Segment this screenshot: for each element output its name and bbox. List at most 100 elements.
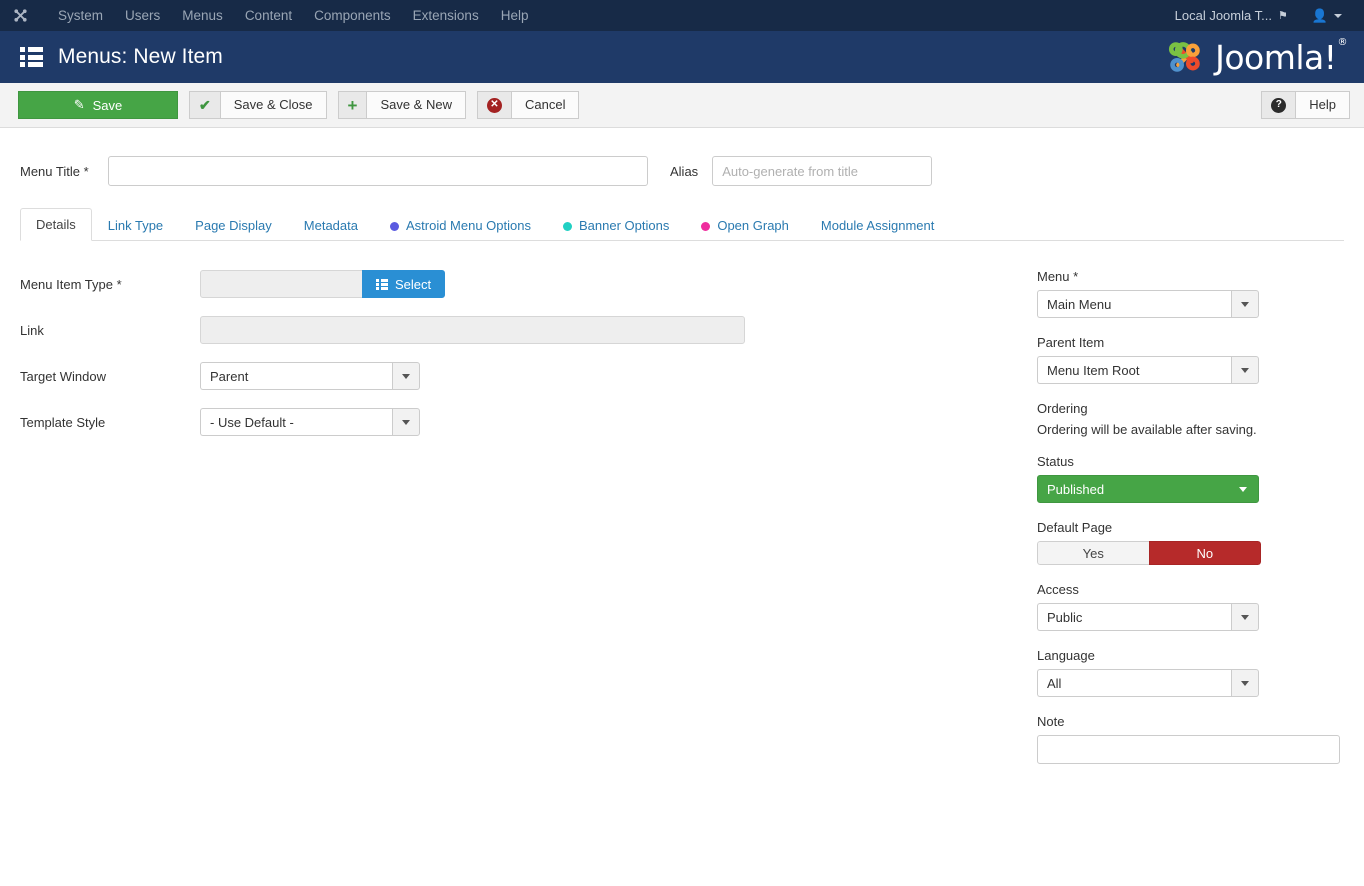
note-input[interactable] [1037, 735, 1340, 764]
status-select[interactable]: Published [1037, 475, 1259, 503]
chevron-down-icon [1231, 603, 1259, 631]
toolbar: ✎ Save ✔ Save & Close + Save & New ✕ Can… [0, 83, 1364, 128]
nav-item-help[interactable]: Help [490, 0, 540, 31]
parent-item-label: Parent Item [1037, 335, 1105, 350]
nav-item-users[interactable]: Users [114, 0, 171, 31]
template-style-value: - Use Default - [200, 408, 392, 436]
ordering-label: Ordering [1037, 401, 1088, 416]
joomla-logo-icon: Joomla!® [1164, 36, 1348, 78]
nav-item-extensions[interactable]: Extensions [402, 0, 490, 31]
tab-open-graph-label: Open Graph [717, 218, 789, 233]
tab-details[interactable]: Details [20, 208, 92, 241]
default-page-label: Default Page [1037, 520, 1113, 535]
link-input[interactable] [200, 316, 745, 344]
top-navbar-left: System Users Menus Content Components Ex… [12, 0, 539, 31]
cancel-button[interactable]: ✕ Cancel [476, 91, 580, 119]
field-default-page: Default Page Yes No [1037, 520, 1344, 565]
cancel-button-label[interactable]: Cancel [510, 91, 580, 119]
chevron-down-icon [1231, 669, 1259, 697]
joomla-mark-icon[interactable] [12, 7, 29, 24]
chevron-down-icon [1334, 13, 1342, 18]
top-navbar: System Users Menus Content Components Ex… [0, 0, 1364, 31]
menu-item-type-input[interactable] [200, 270, 363, 298]
field-note: Note [1037, 714, 1344, 764]
default-page-no-option[interactable]: No [1148, 541, 1261, 565]
tab-astroid-menu-options-label: Astroid Menu Options [405, 218, 531, 233]
template-style-label: Template Style [20, 414, 106, 430]
menu-select[interactable]: Main Menu [1037, 290, 1259, 318]
external-link-icon: ⚑ [1277, 10, 1288, 22]
template-style-select[interactable]: - Use Default - [200, 408, 420, 436]
field-access: Access Public [1037, 582, 1344, 631]
chevron-down-icon [1239, 486, 1247, 492]
field-status: Status Published [1037, 454, 1344, 503]
save-new-button-label[interactable]: Save & New [366, 91, 466, 119]
plus-icon: + [337, 91, 367, 119]
menu-item-type-label: Menu Item Type * [20, 276, 122, 292]
save-close-button[interactable]: ✔ Save & Close [189, 91, 327, 119]
access-select[interactable]: Public [1037, 603, 1259, 631]
tab-details-label: Details [36, 217, 76, 232]
target-window-value: Parent [200, 362, 392, 390]
brand-name: Joomla!® [1215, 36, 1348, 77]
field-menu-item-type: Menu Item Type * Select [20, 269, 1019, 299]
check-icon: ✔ [189, 91, 220, 119]
default-page-toggle[interactable]: Yes No [1037, 541, 1261, 565]
chevron-down-icon [392, 408, 420, 436]
target-window-label: Target Window [20, 368, 106, 384]
target-window-select[interactable]: Parent [200, 362, 420, 390]
tab-astroid-menu-options[interactable]: Astroid Menu Options [374, 209, 547, 241]
tab-module-assignment-label: Module Assignment [820, 218, 935, 233]
chevron-down-icon [392, 362, 420, 390]
language-select[interactable]: All [1037, 669, 1259, 697]
tab-metadata[interactable]: Metadata [288, 209, 374, 241]
user-menu-button[interactable]: 👤 [1298, 2, 1350, 30]
select-button-label: Select [395, 276, 432, 292]
tab-dot-icon [701, 221, 711, 231]
save-new-button[interactable]: + Save & New [337, 91, 466, 119]
page-header: Menus: New Item Joomla!® [0, 31, 1364, 83]
menu-title-input[interactable] [108, 156, 648, 186]
parent-item-select[interactable]: Menu Item Root [1037, 356, 1259, 384]
tab-module-assignment[interactable]: Module Assignment [805, 209, 950, 241]
language-value: All [1037, 669, 1231, 697]
toolbar-right: ? Help [1261, 91, 1350, 119]
tab-page-display[interactable]: Page Display [179, 209, 288, 241]
tab-metadata-label: Metadata [303, 218, 358, 233]
tab-open-graph[interactable]: Open Graph [685, 209, 805, 241]
menu-list-icon [20, 47, 43, 67]
default-page-yes-option[interactable]: Yes [1037, 541, 1150, 565]
field-parent-item: Parent Item Menu Item Root [1037, 335, 1344, 384]
sidebar-panel: Menu * Main Menu Parent Item Menu Item R… [1019, 269, 1344, 781]
site-preview-link[interactable]: Local Joomla T... ⚑ [1165, 2, 1298, 29]
help-button-label[interactable]: Help [1295, 91, 1350, 119]
nav-item-menus[interactable]: Menus [171, 0, 234, 31]
form-panels: Menu Item Type * Select Link Target Wind… [20, 241, 1344, 781]
pencil-square-icon: ✎ [73, 97, 85, 112]
menu-label: Menu * [1037, 269, 1079, 284]
circle-question-icon: ? [1261, 91, 1296, 119]
tab-link-type-label: Link Type [107, 218, 164, 233]
tab-banner-options-label: Banner Options [579, 218, 670, 233]
ordering-note: Ordering will be available after saving. [1037, 422, 1257, 437]
alias-input[interactable] [712, 156, 933, 186]
brand-registered-mark: ® [1337, 36, 1348, 48]
details-panel: Menu Item Type * Select Link Target Wind… [20, 269, 1019, 781]
circle-x-icon: ✕ [476, 91, 511, 119]
nav-item-components[interactable]: Components [303, 0, 402, 31]
nav-item-system[interactable]: System [47, 0, 114, 31]
help-button[interactable]: ? Help [1261, 91, 1350, 119]
nav-item-content[interactable]: Content [234, 0, 303, 31]
field-link: Link [20, 315, 1019, 345]
menu-title-label: Menu Title * [20, 163, 89, 179]
tab-banner-options[interactable]: Banner Options [547, 209, 685, 241]
save-button[interactable]: ✎ Save [18, 91, 178, 119]
tab-link-type[interactable]: Link Type [92, 209, 179, 241]
top-navbar-right: Local Joomla T... ⚑ 👤 [1165, 2, 1350, 30]
site-link-label: Local Joomla T... [1174, 8, 1272, 23]
select-menu-item-type-button[interactable]: Select [362, 270, 446, 298]
tab-dot-icon [389, 221, 399, 231]
title-row: Menu Title * Alias [20, 156, 1344, 186]
save-close-button-label[interactable]: Save & Close [219, 91, 327, 119]
field-template-style: Template Style - Use Default - [20, 407, 1019, 437]
